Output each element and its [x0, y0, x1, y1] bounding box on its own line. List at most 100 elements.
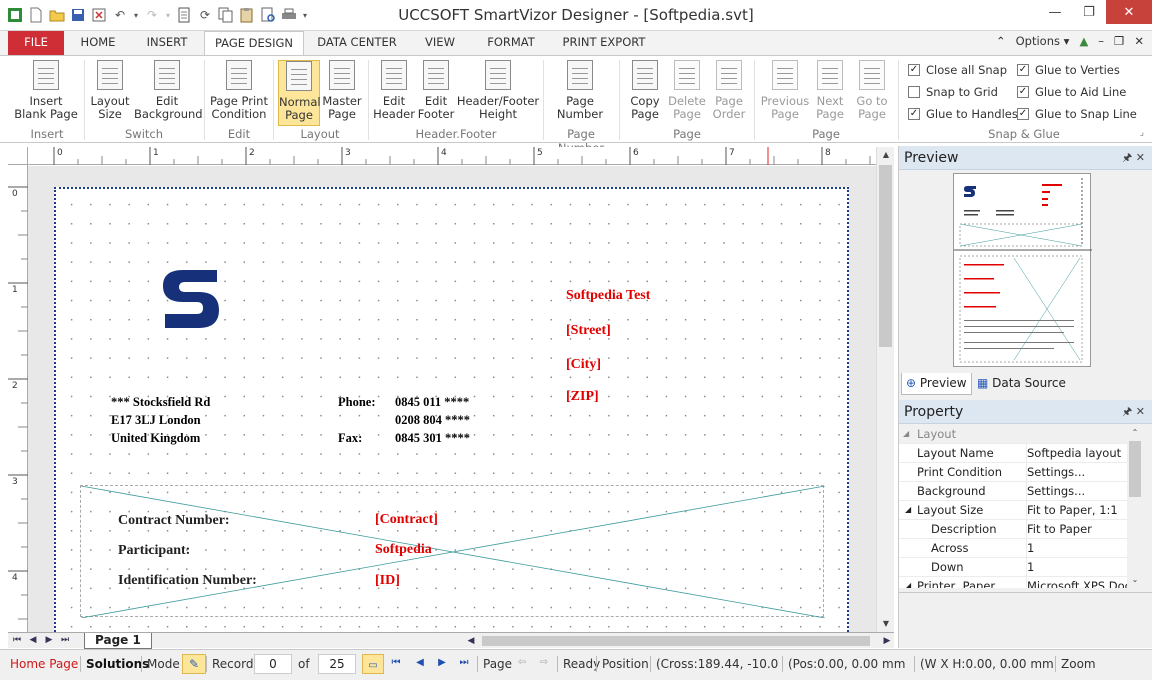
city-field[interactable]: [City] — [566, 357, 601, 373]
scroll-thumb[interactable] — [482, 636, 870, 646]
prev-record-icon[interactable]: ◀ — [412, 655, 428, 671]
phone-value[interactable]: 0845 011 **** — [395, 395, 469, 410]
panel-pin-close-icon[interactable]: 🖈 ✕ — [1122, 400, 1145, 424]
snap-to-grid-checkbox[interactable]: Snap to Grid — [908, 85, 998, 99]
collapse-icon[interactable]: ◢ — [905, 577, 911, 588]
plugin-icon[interactable]: ▲ — [1079, 34, 1088, 48]
tab-print-export[interactable]: PRINT EXPORT — [558, 31, 650, 55]
tab-page-design[interactable]: PAGE DESIGN — [204, 31, 304, 56]
next-page-tab-icon[interactable]: ▶ — [42, 633, 56, 648]
street-field[interactable]: [Street] — [566, 323, 611, 339]
scroll-up-icon[interactable]: ▲ — [877, 147, 895, 163]
participant-label[interactable]: Participant: — [118, 543, 190, 559]
first-record-icon[interactable]: ⏮ — [388, 655, 404, 671]
property-row[interactable]: Across 1 — [899, 539, 1127, 558]
record-input[interactable]: 0 — [254, 654, 292, 674]
copy-page-button[interactable]: Copy Page — [624, 60, 666, 121]
contract-field[interactable]: [Contract] — [375, 512, 438, 528]
home-page-link[interactable]: Home Page — [10, 656, 78, 672]
layout-size-button[interactable]: Layout Size — [88, 60, 132, 121]
dialog-launcher-icon[interactable]: ⌟ — [1140, 128, 1144, 138]
canvas-vertical-scrollbar[interactable]: ▲ ▼ — [876, 147, 894, 632]
master-page-button[interactable]: Master Page — [322, 60, 362, 121]
property-scrollbar[interactable]: ⌃ ⌄ — [1127, 425, 1143, 588]
property-value[interactable]: Settings... — [1026, 463, 1127, 481]
tab-preview[interactable]: ⊕ Preview — [901, 373, 972, 395]
edit-background-button[interactable]: Edit Background — [134, 60, 203, 121]
glue-to-snap-line-checkbox[interactable]: ✓ Glue to Snap Line — [1017, 107, 1137, 121]
edit-header-button[interactable]: Edit Header — [372, 60, 416, 121]
scroll-thumb[interactable] — [879, 165, 892, 347]
ribbon-close-icon[interactable]: ✕ — [1134, 34, 1144, 48]
page-number-button[interactable]: Page Number — [548, 60, 612, 121]
insert-blank-page-button[interactable]: Insert Blank Page — [12, 60, 80, 121]
previous-page-button[interactable]: Previous Page — [760, 60, 810, 121]
address-line-3[interactable]: United Kingdom — [111, 431, 200, 446]
zoom-label[interactable]: Zoom — [1055, 656, 1096, 672]
softpedia-logo[interactable] — [161, 266, 219, 332]
page-preview-thumbnail[interactable] — [953, 173, 1092, 367]
participant-field[interactable]: Softpedia — [375, 542, 432, 558]
property-row[interactable]: Down 1 — [899, 558, 1127, 577]
collapse-icon[interactable]: ◢ — [903, 425, 909, 443]
phone2-value[interactable]: 0208 804 **** — [395, 413, 470, 428]
ribbon-restore-icon[interactable]: ❐ — [1114, 34, 1124, 48]
scroll-left-icon[interactable]: ◀ — [464, 634, 478, 649]
id-field[interactable]: [ID] — [375, 573, 400, 589]
zip-field[interactable]: [ZIP] — [566, 389, 599, 405]
property-row[interactable]: Description Fit to Paper — [899, 520, 1127, 539]
restore-button[interactable]: ❐ — [1072, 0, 1106, 24]
last-page-tab-icon[interactable]: ⏭ — [58, 633, 72, 648]
tab-data-center[interactable]: DATA CENTER — [312, 31, 402, 55]
ribbon-minimize-icon[interactable]: – — [1098, 34, 1104, 48]
recipient-name[interactable]: Softpedia Test — [566, 288, 650, 304]
glue-to-aid-line-checkbox[interactable]: ✓ Glue to Aid Line — [1017, 85, 1126, 99]
help-chevron-icon[interactable]: ⌃ — [996, 34, 1006, 48]
property-value[interactable]: 1 — [1026, 539, 1127, 557]
panel-pin-close-icon[interactable]: 🖈 ✕ — [1122, 146, 1145, 170]
scroll-down-icon[interactable]: ▼ — [877, 616, 895, 632]
glue-to-verties-checkbox[interactable]: ✓ Glue to Verties — [1017, 63, 1120, 77]
glue-to-handles-checkbox[interactable]: ✓ Glue to Handles — [908, 107, 1018, 121]
prev-page-tab-icon[interactable]: ◀ — [26, 633, 40, 648]
page-print-condition-button[interactable]: Page Print Condition — [208, 60, 270, 121]
report-page[interactable]: *** Stocksfield Rd E17 3LJ London United… — [54, 187, 849, 632]
canvas-horizontal-scrollbar[interactable]: ◀ ▶ — [464, 634, 894, 648]
scroll-down-icon[interactable]: ⌄ — [1127, 572, 1143, 588]
property-row[interactable]: ◢ Printer, Paper Microsoft XPS Docu — [899, 577, 1127, 588]
property-row[interactable]: ◢ Layout — [899, 425, 1127, 444]
minimize-button[interactable]: — — [1038, 0, 1072, 24]
tab-home[interactable]: HOME — [70, 31, 126, 55]
normal-page-button[interactable]: Normal Page — [278, 60, 321, 126]
property-value[interactable]: Fit to Paper, 1:1 — [1026, 501, 1127, 519]
delete-page-button[interactable]: Delete Page — [666, 60, 708, 121]
next-page-button[interactable]: Next Page — [810, 60, 850, 121]
next-record-icon[interactable]: ▶ — [434, 655, 450, 671]
last-record-icon[interactable]: ⏭ — [456, 655, 472, 671]
fit-page-button[interactable]: ▭ — [362, 654, 384, 674]
go-to-page-button[interactable]: Go to Page — [852, 60, 892, 121]
id-label[interactable]: Identification Number: — [118, 573, 257, 589]
page-order-button[interactable]: Page Order — [708, 60, 750, 121]
solutions-link[interactable]: Solutions — [80, 656, 149, 672]
phone-label[interactable]: Phone: — [338, 395, 376, 410]
scroll-right-icon[interactable]: ▶ — [880, 634, 894, 649]
options-menu[interactable]: Options ▾ — [1016, 34, 1070, 48]
tab-data-source[interactable]: ▦ Data Source — [973, 373, 1070, 395]
tab-view[interactable]: VIEW — [416, 31, 464, 55]
tab-file[interactable]: FILE — [8, 31, 64, 55]
address-line-2[interactable]: E17 3LJ London — [111, 413, 201, 428]
property-row[interactable]: ◢ Layout Size Fit to Paper, 1:1 — [899, 501, 1127, 520]
address-line-1[interactable]: *** Stocksfield Rd — [111, 395, 210, 410]
detail-band[interactable] — [80, 485, 825, 618]
tab-format[interactable]: FORMAT — [478, 31, 544, 55]
page-back-arrow-icon[interactable]: ⇦ — [514, 655, 530, 671]
close-button[interactable]: ✕ — [1106, 0, 1152, 24]
edit-footer-button[interactable]: Edit Footer — [416, 60, 456, 121]
property-value[interactable]: Softpedia layout — [1026, 444, 1127, 462]
tab-insert[interactable]: INSERT — [138, 31, 196, 55]
close-all-snap-checkbox[interactable]: ✓ Close all Snap — [908, 63, 1007, 77]
property-value[interactable]: Settings... — [1026, 482, 1127, 500]
page-tab-1[interactable]: Page 1 — [84, 633, 152, 649]
fax-value[interactable]: 0845 301 **** — [395, 431, 470, 446]
